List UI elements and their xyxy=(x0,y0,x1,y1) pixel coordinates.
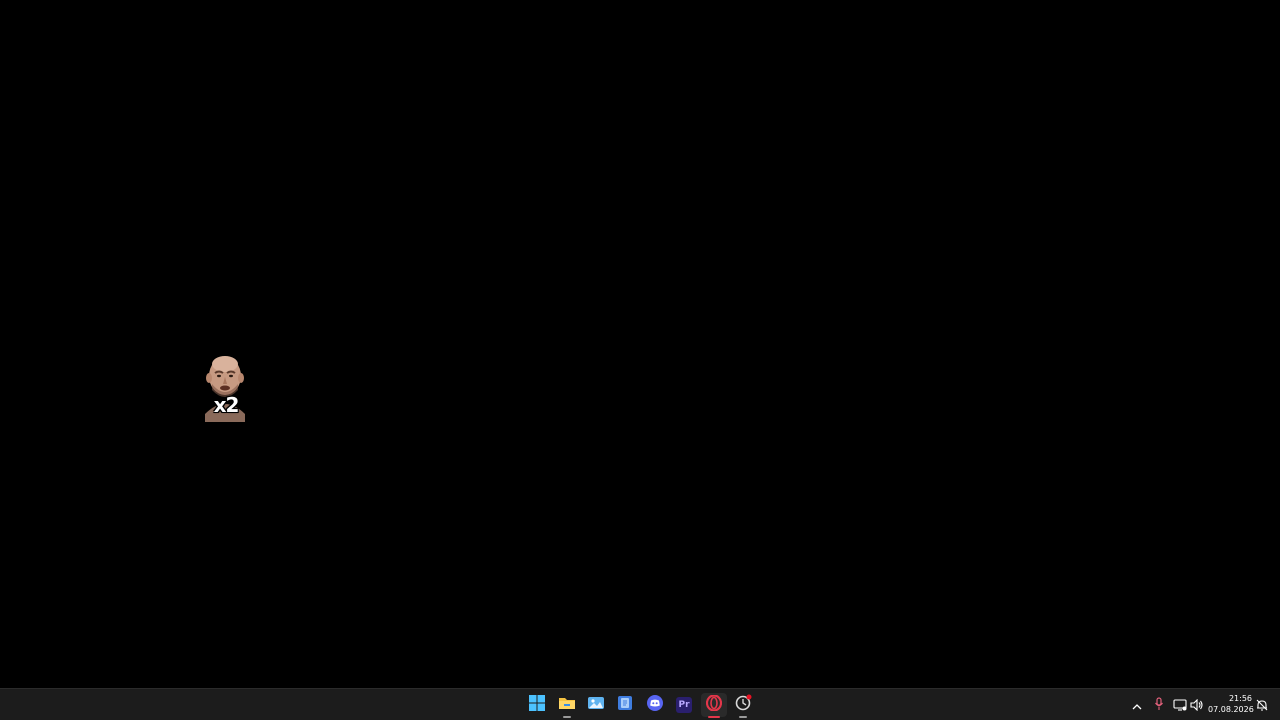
folder-icon xyxy=(558,695,576,715)
settings-app-icon xyxy=(734,694,752,716)
taskbar-photos[interactable] xyxy=(583,693,609,717)
notification-center-button[interactable] xyxy=(1253,695,1271,715)
microphone-status[interactable] xyxy=(1150,695,1168,715)
taskbar-opera[interactable] xyxy=(701,693,727,718)
discord-icon xyxy=(647,695,663,715)
clock[interactable]: 21:56 07.08.2026 xyxy=(1208,693,1254,715)
taskbar-app-badged[interactable] xyxy=(730,693,756,718)
premiere-pro-text: Pr xyxy=(678,699,690,710)
network-icon xyxy=(1173,696,1187,715)
taskbar-file-explorer[interactable] xyxy=(554,693,580,718)
desktop-background: x2 xyxy=(0,0,1280,688)
photos-icon xyxy=(587,695,605,715)
clock-date: 07.08.2026 xyxy=(1208,705,1254,714)
windows-logo-icon xyxy=(529,695,545,715)
premiere-pro-icon: Pr xyxy=(676,697,692,713)
volume-icon xyxy=(1190,696,1204,715)
chevron-up-icon xyxy=(1132,696,1142,715)
opera-icon xyxy=(705,694,723,715)
active-indicator xyxy=(708,716,720,718)
network-status[interactable] xyxy=(1171,695,1189,715)
taskbar-premiere-pro[interactable]: Pr xyxy=(671,693,697,717)
taskbar: Pr 21:56 07.08.2026 xyxy=(0,688,1280,720)
taskbar-discord[interactable] xyxy=(642,693,668,717)
emote-multiplier-label: x2 xyxy=(213,393,240,417)
running-indicator xyxy=(739,716,747,718)
volume-control[interactable] xyxy=(1188,695,1206,715)
microphone-icon xyxy=(1154,696,1164,715)
show-hidden-icons-button[interactable] xyxy=(1128,695,1146,715)
blue-app-icon xyxy=(617,695,633,715)
notification-bell-icon xyxy=(1256,696,1268,715)
start-button[interactable] xyxy=(524,693,550,717)
running-indicator xyxy=(563,716,571,718)
taskbar-app[interactable] xyxy=(612,693,638,717)
clock-time: 21:56 xyxy=(1228,694,1252,703)
